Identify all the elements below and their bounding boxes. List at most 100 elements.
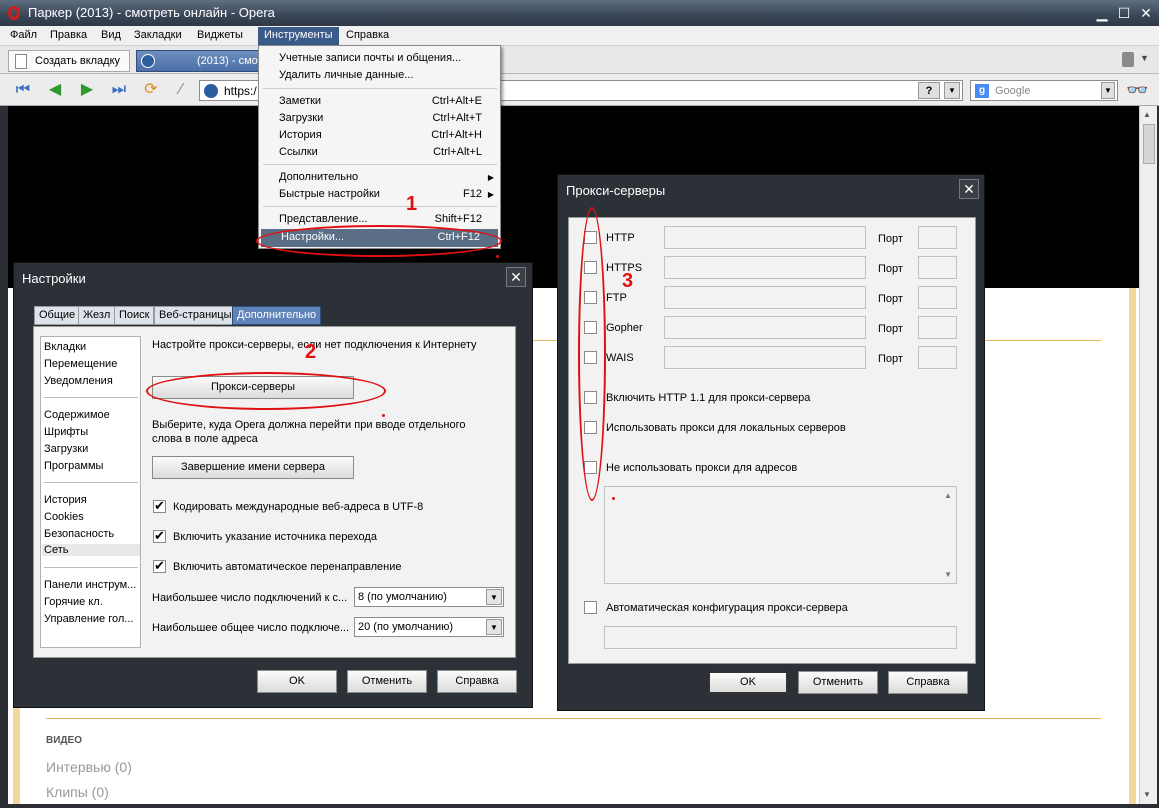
search-box[interactable]: g Google ▼: [970, 80, 1118, 101]
auto-config-url-input[interactable]: [604, 626, 957, 649]
https-port-input[interactable]: [918, 256, 957, 279]
nav-item-network[interactable]: Сеть: [42, 544, 140, 556]
fast-forward-icon[interactable]: ⏭: [108, 80, 130, 100]
nav-item-shortcuts[interactable]: Горячие кл.: [44, 596, 140, 608]
search-dropdown-icon[interactable]: ▼: [1101, 82, 1115, 99]
menu-item-appearance[interactable]: Представление...: [279, 213, 367, 225]
scroll-down-icon[interactable]: ▼: [1143, 790, 1151, 799]
menu-item-quick-prefs[interactable]: Быстрые настройки: [279, 188, 380, 200]
option-label: Не использовать прокси для адресов: [606, 462, 798, 474]
menu-bookmarks[interactable]: Закладки: [134, 29, 182, 41]
gopher-host-input[interactable]: [664, 316, 866, 339]
menu-item-delete-data[interactable]: Удалить личные данные...: [279, 69, 413, 81]
no-proxy-addresses-textarea[interactable]: ▲ ▼: [604, 486, 957, 584]
maximize-button[interactable]: ☐: [1114, 4, 1134, 22]
menu-item-notes[interactable]: Заметки: [279, 95, 321, 107]
checkbox-utf8[interactable]: [153, 498, 166, 514]
checkbox-redirect[interactable]: [153, 558, 166, 574]
rewind-icon[interactable]: ⏮: [12, 80, 34, 100]
nav-item-fonts[interactable]: Шрифты: [44, 426, 140, 438]
tab-webpages[interactable]: Веб-страницы: [154, 306, 237, 325]
new-tab-label: Создать вкладку: [35, 55, 121, 67]
close-icon[interactable]: ✕: [506, 267, 526, 287]
nav-item-toolbars[interactable]: Панели инструм...: [44, 579, 140, 591]
scroll-down-icon[interactable]: ▼: [944, 570, 952, 579]
forward-arrow-icon[interactable]: ▶: [76, 80, 98, 100]
nav-item-cookies[interactable]: Cookies: [44, 511, 140, 523]
link-clips[interactable]: Клипы (0): [46, 784, 109, 800]
server-completion-button[interactable]: Завершение имени сервера: [152, 456, 354, 479]
nav-item-browsing[interactable]: Перемещение: [44, 358, 140, 370]
reload-icon[interactable]: ⟳: [140, 80, 162, 100]
help-button[interactable]: Справка: [437, 670, 517, 693]
menu-item-history[interactable]: История: [279, 129, 322, 141]
menu-help[interactable]: Справка: [346, 29, 389, 41]
glasses-icon[interactable]: 👓: [1126, 80, 1148, 101]
chevron-down-icon[interactable]: ▼: [1140, 53, 1149, 63]
checkbox-auto-config[interactable]: [584, 601, 597, 614]
tab-wand[interactable]: Жезл: [78, 306, 116, 325]
close-window-button[interactable]: ✕: [1136, 4, 1156, 22]
ftp-port-input[interactable]: [918, 286, 957, 309]
minimize-button[interactable]: ▁: [1092, 4, 1112, 22]
menu-tools[interactable]: Инструменты: [258, 27, 339, 45]
menu-file[interactable]: Файл: [10, 29, 37, 41]
page-scrollbar[interactable]: ▲ ▼: [1139, 106, 1157, 804]
wais-host-input[interactable]: [664, 346, 866, 369]
new-tab-button[interactable]: Создать вкладку: [8, 50, 130, 72]
chevron-down-icon[interactable]: ▼: [486, 589, 502, 605]
shortcut: Ctrl+Alt+E: [431, 95, 482, 107]
http-host-input[interactable]: [664, 226, 866, 249]
ok-button[interactable]: OK: [257, 670, 337, 693]
submenu-arrow-icon: ▶: [487, 173, 494, 182]
address-url[interactable]: https:/: [224, 84, 257, 98]
scroll-thumb[interactable]: [1143, 124, 1155, 164]
nav-item-security[interactable]: Безопасность: [44, 528, 140, 540]
scroll-up-icon[interactable]: ▲: [1143, 110, 1151, 119]
gopher-port-input[interactable]: [918, 316, 957, 339]
nav-item-notifications[interactable]: Уведомления: [44, 375, 140, 387]
ok-button[interactable]: OK: [708, 671, 788, 694]
tab-general[interactable]: Общие: [34, 306, 81, 325]
menu-item-links[interactable]: Ссылки: [279, 146, 318, 158]
tab-advanced[interactable]: Дополнительно: [232, 306, 322, 325]
chevron-down-icon[interactable]: ▼: [486, 619, 502, 635]
nav-item-voice[interactable]: Управление гол...: [44, 613, 140, 625]
address-dropdown-icon[interactable]: ▼: [944, 82, 960, 99]
menu-edit[interactable]: Правка: [50, 29, 87, 41]
annotation-ellipse: [146, 372, 386, 410]
link-interviews[interactable]: Интервью (0): [46, 759, 132, 775]
nav-item-tabs[interactable]: Вкладки: [44, 341, 140, 353]
tools-menu: Учетные записи почты и общения... Удалит…: [258, 45, 501, 249]
wais-port-input[interactable]: [918, 346, 957, 369]
menu-item-downloads[interactable]: Загрузки: [279, 112, 323, 124]
cancel-button[interactable]: Отменить: [798, 671, 878, 694]
trash-icon[interactable]: [1122, 52, 1134, 67]
tab-search[interactable]: Поиск: [114, 306, 155, 325]
nav-item-downloads[interactable]: Загрузки: [44, 443, 140, 455]
nav-item-content[interactable]: Содержимое: [44, 409, 140, 421]
scroll-up-icon[interactable]: ▲: [944, 491, 952, 500]
checkbox-referrer[interactable]: [153, 528, 166, 544]
menu-item-advanced[interactable]: Дополнительно: [279, 171, 358, 183]
menu-widgets[interactable]: Виджеты: [197, 29, 243, 41]
cancel-button[interactable]: Отменить: [347, 670, 427, 693]
ftp-host-input[interactable]: [664, 286, 866, 309]
help-button[interactable]: ?: [918, 82, 940, 99]
nav-item-history[interactable]: История: [44, 494, 140, 506]
menu-view[interactable]: Вид: [101, 29, 121, 41]
edit-pen-icon[interactable]: ∕: [170, 80, 192, 100]
close-icon[interactable]: ✕: [959, 179, 979, 199]
help-button[interactable]: Справка: [888, 671, 968, 694]
https-host-input[interactable]: [664, 256, 866, 279]
tab-active[interactable]: (2013) - смотр: [136, 50, 260, 72]
submenu-arrow-icon: ▶: [487, 190, 494, 199]
max-connections-select[interactable]: 8 (по умолчанию) ▼: [354, 587, 504, 607]
opera-logo-icon: [8, 6, 20, 20]
max-total-select[interactable]: 20 (по умолчанию) ▼: [354, 617, 504, 637]
back-arrow-icon[interactable]: ◀: [44, 80, 66, 100]
http-port-input[interactable]: [918, 226, 957, 249]
port-label: Порт: [878, 233, 903, 245]
menu-item-accounts[interactable]: Учетные записи почты и общения...: [279, 52, 461, 64]
nav-item-programs[interactable]: Программы: [44, 460, 140, 472]
